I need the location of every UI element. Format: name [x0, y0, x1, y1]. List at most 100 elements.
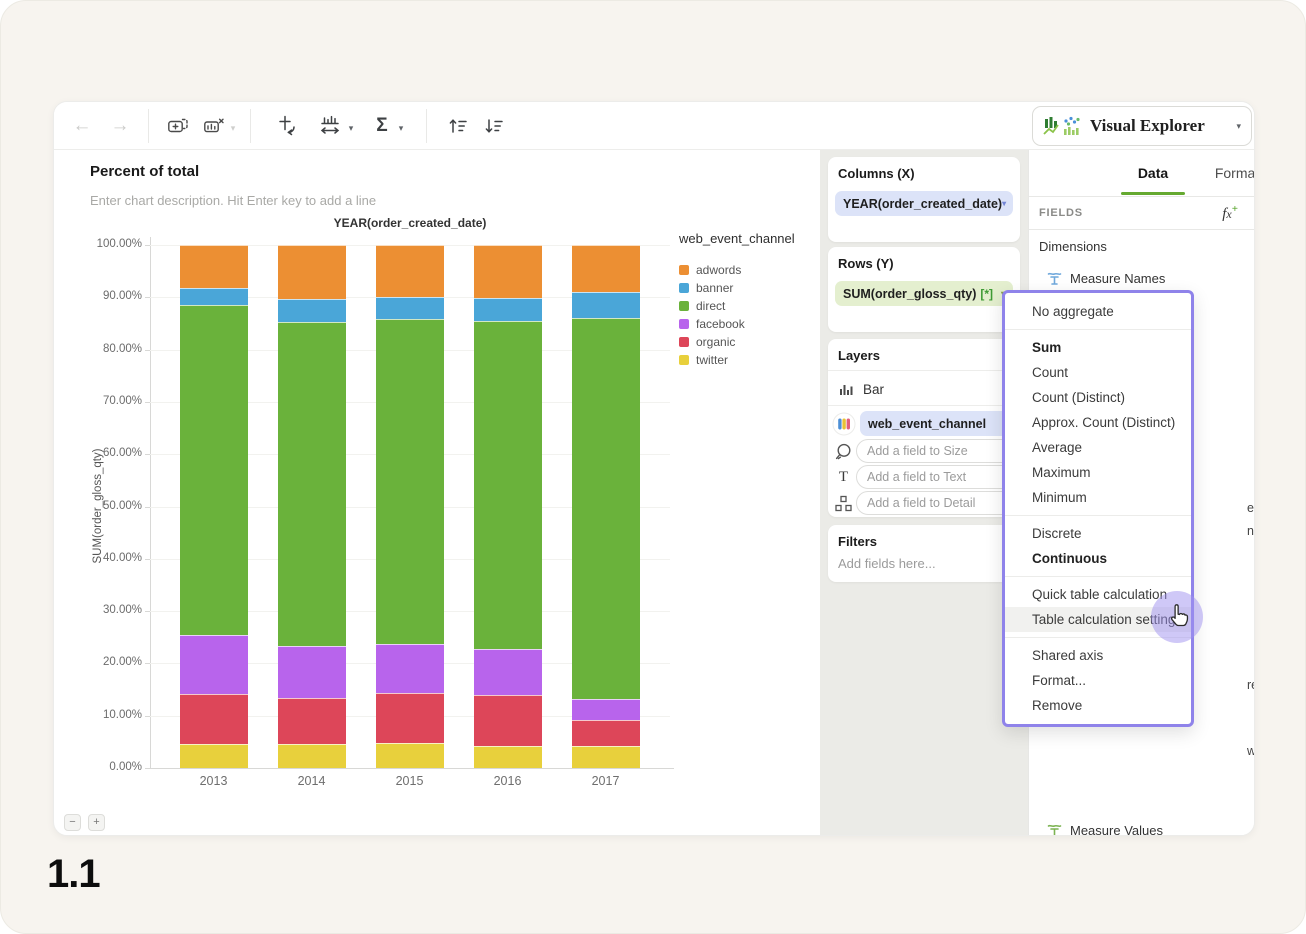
menu-item-maximum[interactable]: Maximum	[1005, 460, 1191, 485]
zoom-out-button[interactable]: −	[64, 814, 81, 831]
menu-item-count[interactable]: Count	[1005, 360, 1191, 385]
field-item-measure-names[interactable]: Measure Names	[1047, 269, 1165, 287]
layers-shelf-title: Layers	[838, 348, 880, 363]
columns-pill[interactable]: YEAR(order_created_date) ▾	[835, 191, 1013, 216]
remove-chart-caret-icon[interactable]: ▾	[226, 116, 240, 140]
menu-item-discrete[interactable]: Discrete	[1005, 521, 1191, 546]
bar-segment-adwords[interactable]	[571, 245, 640, 292]
menu-item-count-distinct[interactable]: Count (Distinct)	[1005, 385, 1191, 410]
bar-segment-twitter[interactable]	[277, 744, 346, 768]
tab-format[interactable]: Format	[1201, 150, 1254, 195]
bar-segment-adwords[interactable]	[375, 245, 444, 297]
bar-segment-facebook[interactable]	[375, 644, 444, 694]
bar-segment-organic[interactable]	[571, 720, 640, 747]
table-calc-badge: [*]	[980, 286, 993, 301]
bar-segment-facebook[interactable]	[179, 635, 248, 694]
bar-segment-organic[interactable]	[375, 693, 444, 743]
bar-segment-organic[interactable]	[179, 693, 248, 745]
remove-chart-icon[interactable]	[202, 114, 226, 138]
bar-segment-direct[interactable]	[277, 321, 346, 646]
bar-segment-adwords[interactable]	[179, 245, 248, 288]
field-label: Measure Values	[1070, 822, 1163, 836]
columns-pill-caret-icon[interactable]: ▾	[1002, 199, 1006, 208]
aggregate-caret-icon[interactable]: ▾	[394, 116, 408, 140]
legend-item-adwords[interactable]: adwords	[679, 261, 741, 279]
menu-item-approx-count-distinct[interactable]: Approx. Count (Distinct)	[1005, 410, 1191, 435]
bar-segment-adwords[interactable]	[277, 245, 346, 299]
chart-description-input[interactable]: Enter chart description. Hit Enter key t…	[90, 193, 376, 208]
bar-segment-twitter[interactable]	[571, 746, 640, 768]
bar-segment-direct[interactable]	[571, 317, 640, 699]
bar-segment-twitter[interactable]	[179, 744, 248, 768]
legend-swatch	[679, 337, 689, 347]
sort-descending-icon[interactable]	[482, 114, 506, 138]
bar-segment-twitter[interactable]	[473, 745, 542, 768]
legend-item-organic[interactable]: organic	[679, 333, 735, 351]
app-selector[interactable]: Visual Explorer ▾	[1032, 106, 1252, 146]
menu-item-average[interactable]: Average	[1005, 435, 1191, 460]
swap-axes-icon[interactable]	[276, 113, 300, 137]
detail-field-dropzone[interactable]: Add a field to Detail	[856, 491, 1014, 515]
tab-data[interactable]: Data	[1119, 150, 1187, 195]
duplicate-chart-icon[interactable]	[166, 114, 190, 138]
legend-item-banner[interactable]: banner	[679, 279, 733, 297]
bar-segment-direct[interactable]	[473, 321, 542, 649]
mark-type-label: Bar	[863, 381, 885, 397]
menu-item-sum[interactable]: Sum	[1005, 335, 1191, 360]
rows-pill[interactable]: SUM(order_gloss_qty) [*] ▾	[835, 281, 1013, 306]
bar-segment-banner[interactable]	[375, 296, 444, 319]
text-encoding-icon: T	[838, 468, 849, 485]
clipped-field-fragment: red...	[1247, 678, 1254, 692]
bar-segment-banner[interactable]	[473, 297, 542, 322]
bar-segment-facebook[interactable]	[473, 648, 542, 696]
text-field-dropzone[interactable]: Add a field to Text	[856, 465, 1014, 489]
legend-swatch	[679, 265, 689, 275]
y-tick-mark	[145, 611, 150, 613]
screenshot-stage: ← → ▾ ▾ Σ ▾ Visual Explorer ▾ Percent of…	[0, 0, 1306, 934]
x-axis-line	[150, 768, 674, 769]
field-item-measure-values[interactable]: Measure Values	[1047, 821, 1163, 836]
measure-values-icon	[1047, 823, 1062, 835]
menu-item-minimum[interactable]: Minimum	[1005, 485, 1191, 510]
bar-segment-direct[interactable]	[375, 318, 444, 645]
bar-segment-adwords[interactable]	[473, 245, 542, 298]
y-tick-mark	[145, 401, 150, 403]
chart-type-icon[interactable]	[318, 113, 342, 137]
legend-item-direct[interactable]: direct	[679, 297, 725, 315]
bar-segment-organic[interactable]	[277, 698, 346, 745]
aggregate-sigma-icon[interactable]: Σ	[370, 114, 394, 138]
menu-item-no-aggregate[interactable]: No aggregate	[1005, 299, 1191, 324]
menu-item-shared-axis[interactable]: Shared axis	[1005, 643, 1191, 668]
legend-item-facebook[interactable]: facebook	[679, 315, 745, 333]
back-arrow-icon[interactable]: ←	[70, 114, 94, 138]
menu-item-format[interactable]: Format...	[1005, 668, 1191, 693]
bar-segment-organic[interactable]	[473, 695, 542, 746]
bar-segment-banner[interactable]	[277, 298, 346, 322]
bar-segment-direct[interactable]	[179, 304, 248, 636]
bar-segment-twitter[interactable]	[375, 742, 444, 768]
add-calculated-field-icon[interactable]: fx+	[1222, 203, 1238, 223]
bar-segment-facebook[interactable]	[571, 698, 640, 721]
color-encoding-icon[interactable]	[832, 412, 856, 436]
filters-dropzone[interactable]: Add fields here...	[828, 549, 1020, 578]
clipped-field-fragment: w_na...	[1247, 744, 1254, 758]
menu-divider	[1005, 329, 1191, 330]
menu-item-continuous[interactable]: Continuous	[1005, 546, 1191, 571]
mark-type-row[interactable]: Bar	[838, 377, 884, 401]
legend-item-twitter[interactable]: twitter	[679, 351, 728, 369]
menu-item-remove[interactable]: Remove	[1005, 693, 1191, 718]
x-tick-label: 2013	[199, 774, 228, 788]
chart-type-caret-icon[interactable]: ▾	[344, 116, 358, 140]
legend-swatch	[679, 355, 689, 365]
zoom-in-button[interactable]: +	[88, 814, 105, 831]
y-tick-label: 50.00%	[102, 499, 142, 512]
size-field-dropzone[interactable]: Add a field to Size	[856, 439, 1014, 463]
y-tick-label: 30.00%	[102, 604, 142, 617]
sort-ascending-icon[interactable]	[446, 114, 470, 138]
forward-arrow-icon[interactable]: →	[108, 114, 132, 138]
color-pill[interactable]: web_event_channel	[860, 411, 1018, 436]
bar-segment-facebook[interactable]	[277, 645, 346, 699]
bar-segment-banner[interactable]	[571, 291, 640, 318]
bar-segment-banner[interactable]	[179, 287, 248, 305]
detail-encoding-icon	[834, 494, 853, 513]
